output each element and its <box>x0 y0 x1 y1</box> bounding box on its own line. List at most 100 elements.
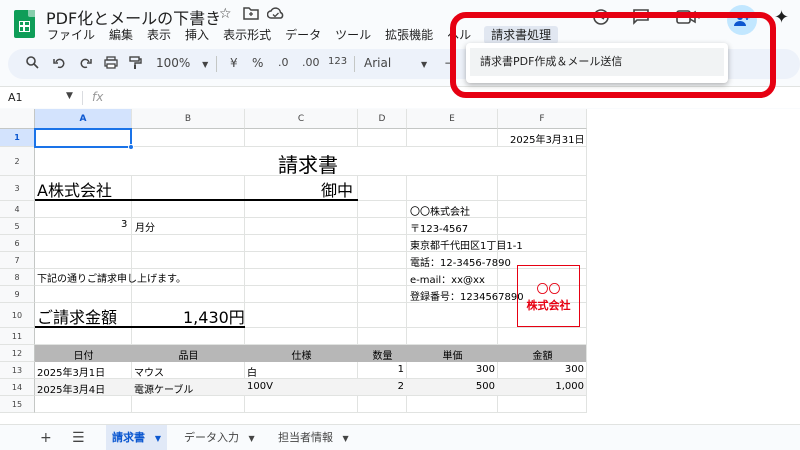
column-header-f[interactable]: F <box>498 109 587 129</box>
menu-view[interactable]: 表示 <box>140 26 178 44</box>
intro-text: 下記の通りご請求申し上げます。 <box>37 274 186 285</box>
row-header-7[interactable]: 7 <box>0 252 35 269</box>
sheets-logo-icon[interactable] <box>14 10 35 38</box>
percent-format-button[interactable]: % <box>252 56 263 70</box>
grid-line <box>586 129 587 413</box>
company-seal-stamp: 〇〇 株式会社 <box>517 265 580 327</box>
table-cell: 300 <box>475 364 495 375</box>
row-header-6[interactable]: 6 <box>0 235 35 252</box>
client-name: A株式会社 <box>37 181 112 200</box>
gemini-icon[interactable]: ✦ <box>774 7 789 28</box>
font-name: Arial <box>364 56 392 70</box>
print-icon[interactable] <box>104 56 118 72</box>
row-header-10[interactable]: 10 <box>0 303 35 328</box>
sheet-tab-bar: + ☰ 請求書 ▼ データ入力 ▼ 担当者情報 ▼ <box>0 424 800 450</box>
chevron-down-icon: ▼ <box>154 434 161 443</box>
app-window: PDF化とメールの下書き ☆ ファイル 編集 表示 挿入 表示形式 データ ツー… <box>0 0 800 450</box>
table-cell: 2025年3月1日 <box>37 368 106 379</box>
fill-handle[interactable] <box>128 144 134 150</box>
undo-icon[interactable] <box>53 56 66 72</box>
table-cell: 2 <box>397 381 404 392</box>
table-cell: 1 <box>397 364 404 375</box>
issuer-registration: 登録番号：1234567890 <box>410 292 524 303</box>
billing-month: 3 <box>121 219 128 230</box>
header-spec: 仕様 <box>291 351 312 362</box>
column-header-c[interactable]: C <box>245 109 358 129</box>
column-header-a[interactable]: A <box>35 109 132 129</box>
toolbar-divider <box>216 56 217 72</box>
stamp-line-1: 〇〇 <box>536 282 561 296</box>
grid-line <box>35 412 587 413</box>
zoom-value: 100% <box>156 56 191 70</box>
star-icon[interactable]: ☆ <box>219 6 232 22</box>
invoice-date: 2025年3月31日 <box>510 135 585 146</box>
row-header-4[interactable]: 4 <box>0 201 35 218</box>
all-sheets-icon[interactable]: ☰ <box>72 430 85 446</box>
row-header-9[interactable]: 9 <box>0 286 35 303</box>
row-header-5[interactable]: 5 <box>0 218 35 235</box>
fx-icon: fx <box>92 90 104 104</box>
header-price: 単価 <box>442 351 463 362</box>
increase-decimal-button[interactable]: .00 <box>302 56 320 69</box>
table-cell: 電源ケーブル <box>134 385 194 396</box>
spreadsheet-grid[interactable]: A B C D E F 1 2 3 4 5 6 7 8 9 10 11 12 1… <box>0 109 800 424</box>
font-select[interactable]: Arial ▼ <box>364 56 427 70</box>
row-header-3[interactable]: 3 <box>0 176 35 201</box>
menu-tools[interactable]: ツール <box>328 26 378 44</box>
cloud-status-icon[interactable] <box>266 6 285 24</box>
menu-insert[interactable]: 挿入 <box>178 26 216 44</box>
add-sheet-icon[interactable]: + <box>40 430 52 446</box>
row-header-14[interactable]: 14 <box>0 379 35 396</box>
menu-file[interactable]: ファイル <box>40 26 102 44</box>
chevron-down-icon: ▼ <box>421 60 428 69</box>
formula-divider <box>82 91 83 105</box>
row-header-2[interactable]: 2 <box>0 147 35 176</box>
row-header-11[interactable]: 11 <box>0 328 35 345</box>
zoom-select[interactable]: 100% ▼ <box>156 56 208 70</box>
redo-icon[interactable] <box>79 56 92 72</box>
table-cell: 白 <box>247 368 257 379</box>
row-header-8[interactable]: 8 <box>0 269 35 286</box>
row-header-1[interactable]: 1 <box>0 129 35 147</box>
chevron-down-icon[interactable]: ▼ <box>66 91 73 101</box>
menu-data[interactable]: データ <box>278 26 328 44</box>
select-all-corner[interactable] <box>0 109 35 129</box>
number-format-button[interactable]: 123 <box>328 56 347 67</box>
name-box[interactable]: A1 <box>8 91 23 104</box>
currency-format-button[interactable]: ¥ <box>230 56 238 70</box>
row-header-12[interactable]: 12 <box>0 345 35 362</box>
column-header-e[interactable]: E <box>407 109 498 129</box>
column-header-b[interactable]: B <box>132 109 245 129</box>
table-cell: 100V <box>247 381 273 392</box>
search-menus-icon[interactable] <box>26 56 39 72</box>
decrease-decimal-button[interactable]: .0 <box>278 56 289 69</box>
billing-month-unit: 月分 <box>135 223 155 234</box>
menu-format[interactable]: 表示形式 <box>216 26 278 44</box>
toolbar-divider <box>354 56 355 72</box>
chevron-down-icon: ▼ <box>202 60 209 69</box>
client-underline <box>35 199 358 201</box>
sheet-tab-staff-info[interactable]: 担当者情報 ▼ <box>272 425 355 450</box>
grid-line <box>35 234 587 235</box>
selected-cell-a1[interactable] <box>34 128 132 148</box>
issuer-address: 東京都千代田区1丁目1-1 <box>410 241 523 252</box>
row-header-15[interactable]: 15 <box>0 396 35 413</box>
highlight-annotation <box>450 12 776 98</box>
header-date: 日付 <box>73 351 94 362</box>
stamp-line-2: 株式会社 <box>526 299 571 312</box>
grid-line <box>35 395 587 396</box>
column-header-d[interactable]: D <box>358 109 407 129</box>
header-amount: 金額 <box>532 351 553 362</box>
sheet-tab-label: 担当者情報 <box>278 431 333 444</box>
row-header-13[interactable]: 13 <box>0 362 35 379</box>
sheet-tab-label: 請求書 <box>112 431 145 444</box>
move-to-folder-icon[interactable] <box>243 6 259 24</box>
sheet-tab-invoice[interactable]: 請求書 ▼ <box>106 425 167 450</box>
header-item: 品目 <box>178 351 199 362</box>
chevron-down-icon: ▼ <box>248 434 255 443</box>
paint-format-icon[interactable] <box>129 56 142 73</box>
menu-edit[interactable]: 編集 <box>102 26 140 44</box>
menu-extensions[interactable]: 拡張機能 <box>378 26 440 44</box>
chevron-down-icon: ▼ <box>342 434 349 443</box>
sheet-tab-data-entry[interactable]: データ入力 ▼ <box>178 425 261 450</box>
